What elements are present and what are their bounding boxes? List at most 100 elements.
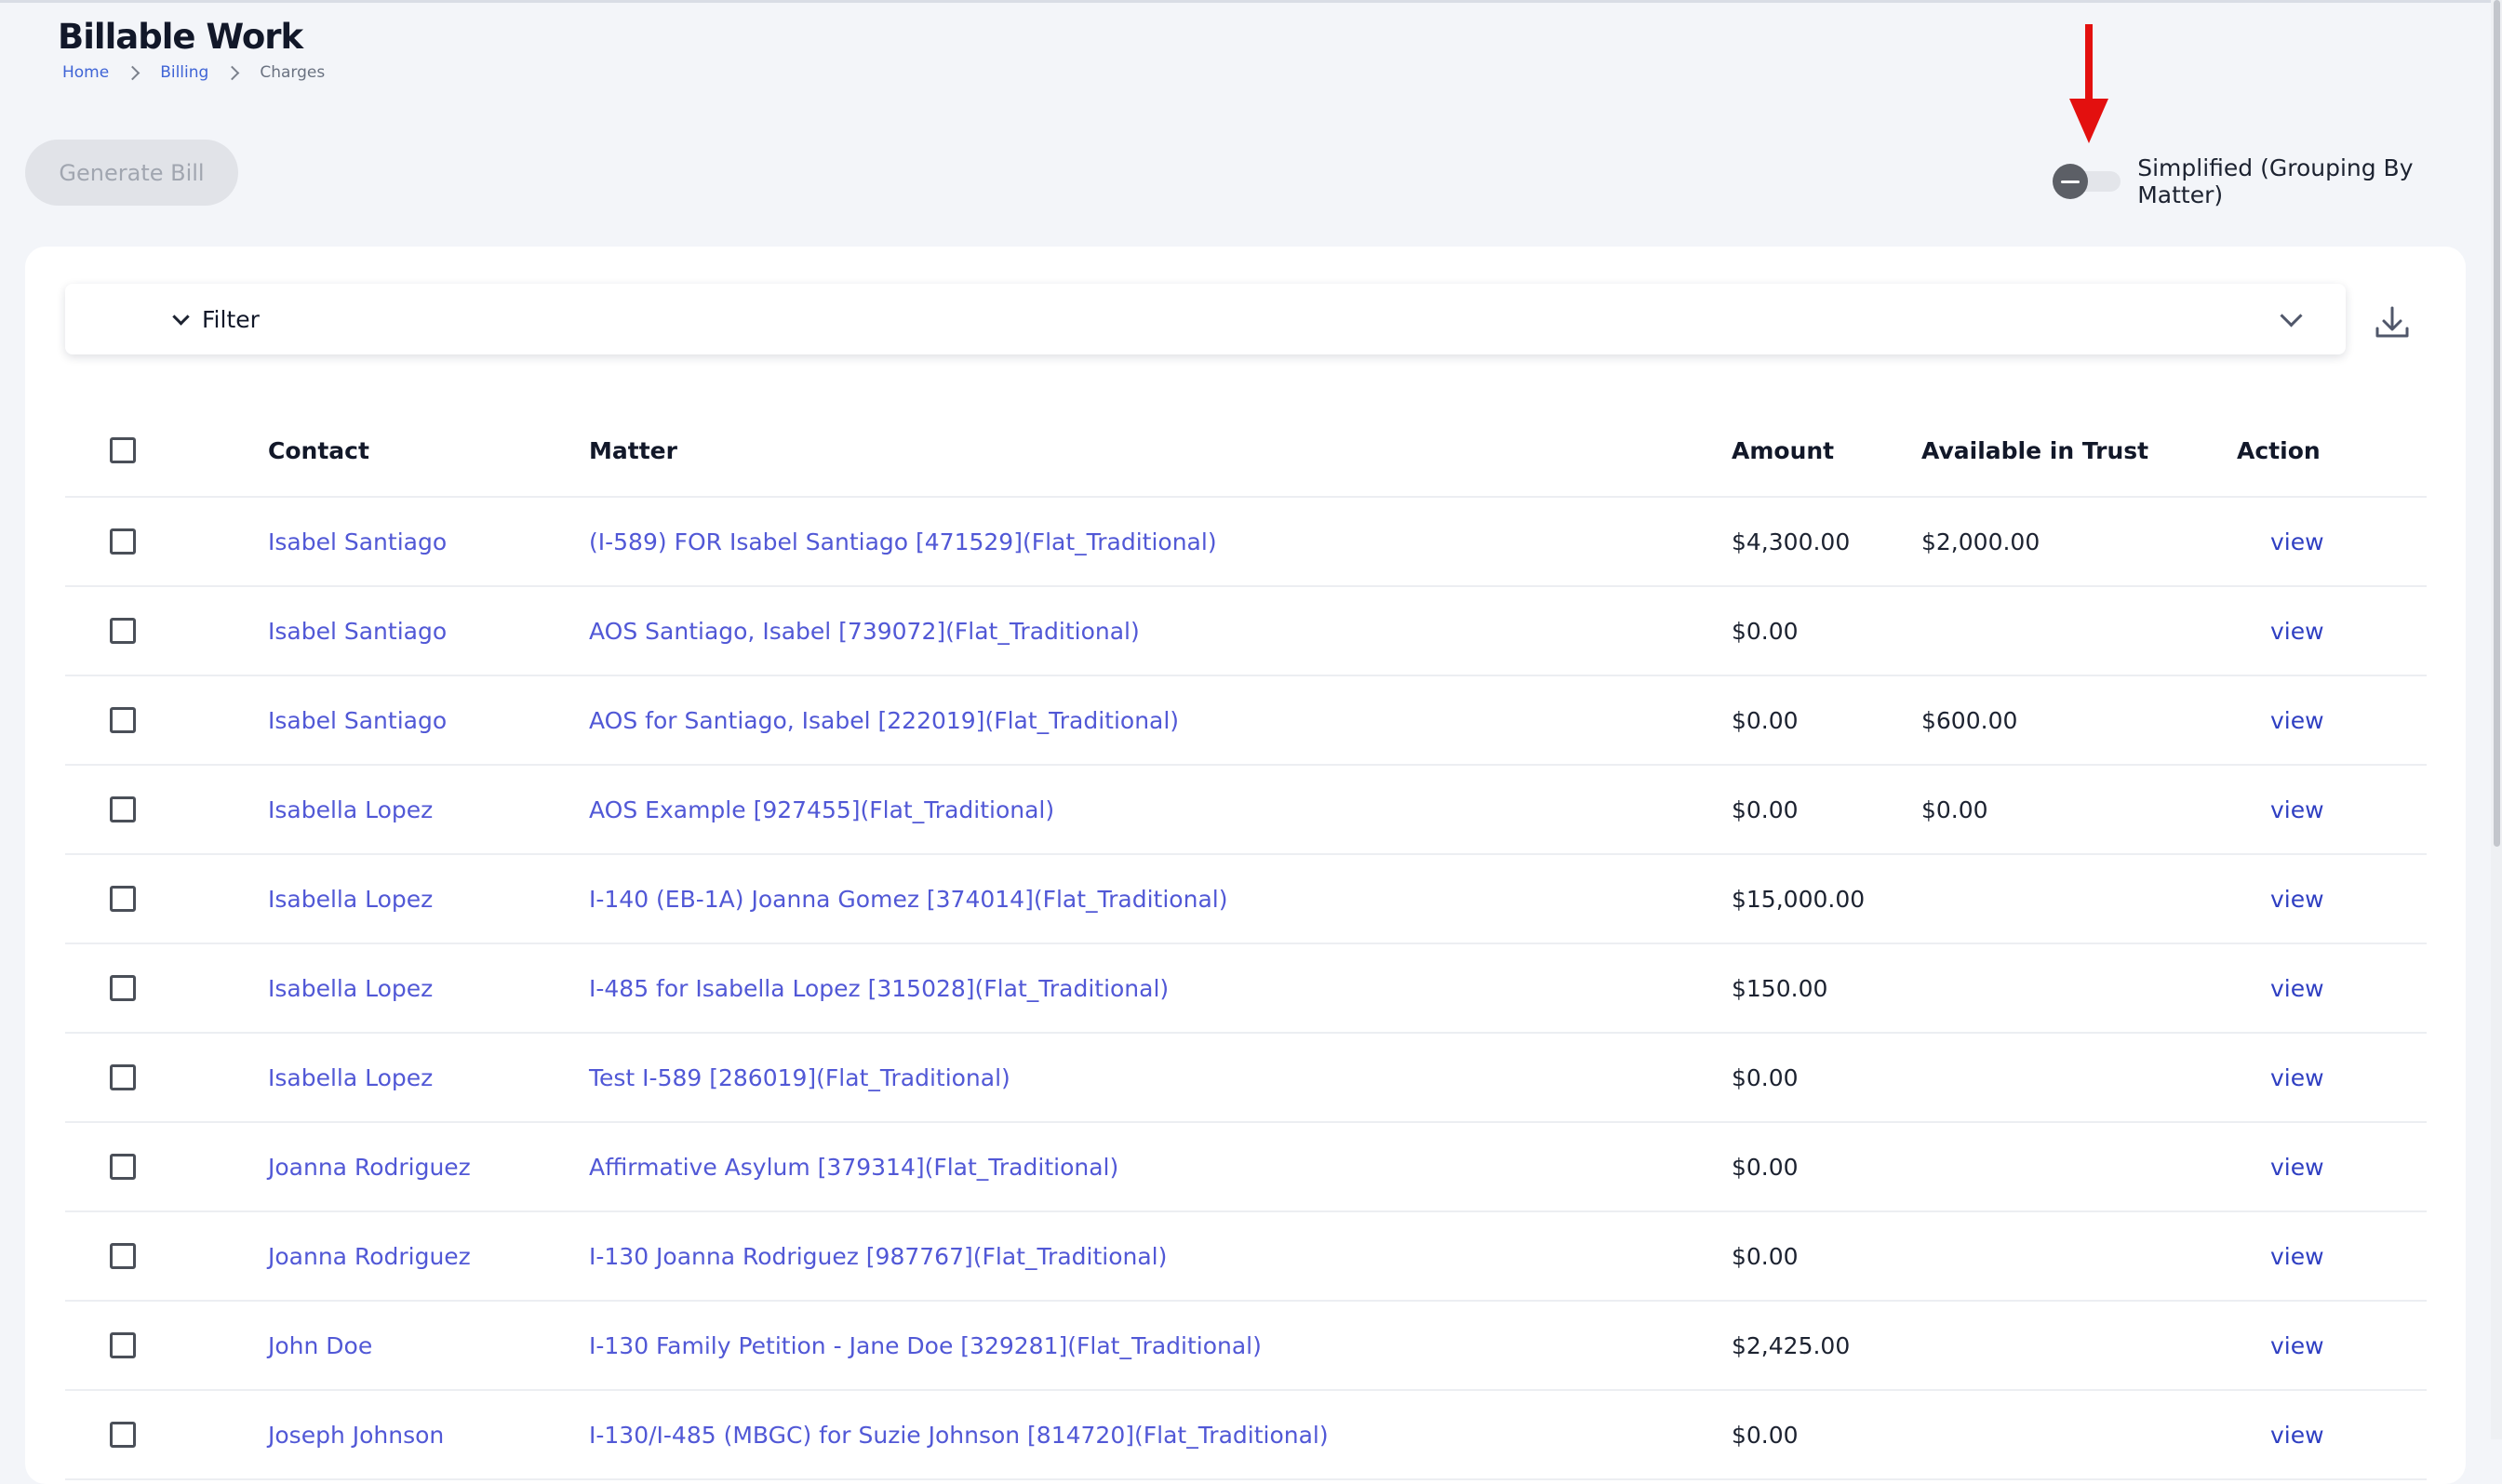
filter-label: Filter <box>202 306 260 333</box>
view-link[interactable]: view <box>2270 587 2324 675</box>
top-border <box>0 0 2502 3</box>
table-row: Isabella Lopez I-485 for Isabella Lopez [… <box>65 944 2427 1034</box>
table-row: Isabella Lopez I-140 (EB-1A) Joanna Gomez… <box>65 855 2427 944</box>
contact-link[interactable]: Isabel Santiago <box>268 676 447 764</box>
row-checkbox[interactable] <box>110 528 136 555</box>
scrollbar-thumb[interactable] <box>2494 0 2500 847</box>
row-checkbox[interactable] <box>110 796 136 822</box>
matter-link[interactable]: I-140 (EB-1A) Joanna Gomez [374014](Flat… <box>589 855 1227 943</box>
row-checkbox[interactable] <box>110 618 136 644</box>
contact-link[interactable]: Isabella Lopez <box>268 855 433 943</box>
amount-value: $0.00 <box>1732 1421 1799 1449</box>
row-checkbox[interactable] <box>110 1243 136 1269</box>
column-header-contact[interactable]: Contact <box>268 405 369 496</box>
amount-value: $0.00 <box>1732 1153 1799 1181</box>
breadcrumb-home[interactable]: Home <box>62 63 109 82</box>
amount-value: $0.00 <box>1732 1063 1799 1091</box>
matter-link[interactable]: I-485 for Isabella Lopez [315028](Flat_T… <box>589 944 1169 1032</box>
table-row: Joanna Rodriguez I-130 Joanna Rodriguez [… <box>65 1212 2427 1302</box>
view-link[interactable]: view <box>2270 1391 2324 1478</box>
amount-value: $0.00 <box>1732 706 1799 734</box>
amount-value: $0.00 <box>1732 617 1799 645</box>
contact-link[interactable]: Joanna Rodriguez <box>268 1123 471 1210</box>
chevron-down-icon <box>172 308 190 326</box>
toggle-track[interactable] <box>2053 164 2121 199</box>
matter-link[interactable]: AOS Example [927455](Flat_Traditional) <box>589 766 1054 853</box>
page-title: Billable Work <box>58 17 303 57</box>
matter-link[interactable]: I-130/I-485 (MBGC) for Suzie Johnson [81… <box>589 1391 1329 1478</box>
chevron-right-icon <box>125 65 140 80</box>
filter-toggle[interactable]: Filter <box>172 306 260 333</box>
matter-link[interactable]: Affirmative Asylum [379314](Flat_Traditi… <box>589 1123 1118 1210</box>
matter-link[interactable]: Test I-589 [286019](Flat_Traditional) <box>589 1034 1010 1121</box>
matter-link[interactable]: AOS for Santiago, Isabel [222019](Flat_T… <box>589 676 1179 764</box>
table-row: Isabella Lopez Test I-589 [286019](Flat_T… <box>65 1034 2427 1123</box>
billing-card: Filter Contact Matter Amount Available i… <box>25 247 2466 1484</box>
contact-link[interactable]: Joanna Rodriguez <box>268 1212 471 1300</box>
table-row: Isabel Santiago (I-589) FOR Isabel Santia… <box>65 498 2427 587</box>
table-header: Contact Matter Amount Available in Trust… <box>65 405 2427 498</box>
red-arrow-annotation <box>2069 24 2108 143</box>
chevron-right-icon <box>225 65 240 80</box>
amount-value: $150.00 <box>1732 974 1828 1002</box>
amount-value: $2,425.00 <box>1732 1331 1851 1359</box>
trust-value: $0.00 <box>1921 795 1988 823</box>
view-link[interactable]: view <box>2270 498 2324 585</box>
row-checkbox[interactable] <box>110 707 136 733</box>
matter-link[interactable]: I-130 Joanna Rodriguez [987767](Flat_Tra… <box>589 1212 1167 1300</box>
amount-value: $0.00 <box>1732 1242 1799 1270</box>
table-row: Joseph Johnson I-130/I-485 (MBGC) for Suz… <box>65 1391 2427 1480</box>
column-header-amount[interactable]: Amount <box>1732 405 1834 496</box>
trust-value: $600.00 <box>1921 706 2018 734</box>
matter-link[interactable]: AOS Santiago, Isabel [739072](Flat_Tradi… <box>589 587 1140 675</box>
row-checkbox[interactable] <box>110 1064 136 1090</box>
view-link[interactable]: view <box>2270 944 2324 1032</box>
contact-link[interactable]: Isabella Lopez <box>268 1034 433 1121</box>
contact-link[interactable]: Isabel Santiago <box>268 587 447 675</box>
contact-link[interactable]: Isabella Lopez <box>268 944 433 1032</box>
row-checkbox[interactable] <box>110 886 136 912</box>
filter-bar[interactable]: Filter <box>65 284 2346 354</box>
select-all-checkbox[interactable] <box>110 437 136 463</box>
amount-value: $0.00 <box>1732 795 1799 823</box>
view-link[interactable]: view <box>2270 1212 2324 1300</box>
row-checkbox[interactable] <box>110 1332 136 1358</box>
view-link[interactable]: view <box>2270 1123 2324 1210</box>
contact-link[interactable]: Joseph Johnson <box>268 1391 444 1478</box>
view-link[interactable]: view <box>2270 766 2324 853</box>
toggle-dash-icon <box>2061 180 2080 183</box>
column-header-trust[interactable]: Available in Trust <box>1921 405 2148 496</box>
simplified-toggle[interactable]: Simplified (Grouping By Matter) <box>2053 154 2502 208</box>
view-link[interactable]: view <box>2270 676 2324 764</box>
matter-link[interactable]: (I-589) FOR Isabel Santiago [471529](Fla… <box>589 498 1217 585</box>
amount-value: $4,300.00 <box>1732 528 1851 555</box>
matter-link[interactable]: I-130 Family Petition - Jane Doe [329281… <box>589 1302 1262 1389</box>
charges-table: Contact Matter Amount Available in Trust… <box>65 405 2427 1480</box>
row-checkbox[interactable] <box>110 975 136 1001</box>
view-link[interactable]: view <box>2270 855 2324 943</box>
table-row: Isabella Lopez AOS Example [927455](Flat_… <box>65 766 2427 855</box>
toggle-label: Simplified (Grouping By Matter) <box>2137 154 2414 208</box>
generate-bill-button[interactable]: Generate Bill <box>25 140 238 206</box>
table-row: Isabel Santiago AOS for Santiago, Isabel … <box>65 676 2427 766</box>
breadcrumb-billing[interactable]: Billing <box>160 63 208 82</box>
download-icon[interactable] <box>2372 302 2413 343</box>
toggle-knob[interactable] <box>2053 164 2088 199</box>
amount-value: $15,000.00 <box>1732 885 1866 913</box>
view-link[interactable]: view <box>2270 1034 2324 1121</box>
view-link[interactable]: view <box>2270 1302 2324 1389</box>
contact-link[interactable]: Isabella Lopez <box>268 766 433 853</box>
column-header-matter[interactable]: Matter <box>589 405 677 496</box>
breadcrumb-charges: Charges <box>260 63 326 82</box>
table-row: Joanna Rodriguez Affirmative Asylum [3793… <box>65 1123 2427 1212</box>
column-header-action: Action <box>2237 436 2321 464</box>
table-row: John Doe I-130 Family Petition - Jane Doe… <box>65 1302 2427 1391</box>
trust-value: $2,000.00 <box>1921 528 2040 555</box>
contact-link[interactable]: John Doe <box>268 1302 372 1389</box>
contact-link[interactable]: Isabel Santiago <box>268 498 447 585</box>
row-checkbox[interactable] <box>110 1154 136 1180</box>
breadcrumb: Home Billing Charges <box>62 63 325 82</box>
table-row: Isabel Santiago AOS Santiago, Isabel [739… <box>65 587 2427 676</box>
row-checkbox[interactable] <box>110 1422 136 1448</box>
chevron-down-icon[interactable] <box>2280 304 2303 328</box>
